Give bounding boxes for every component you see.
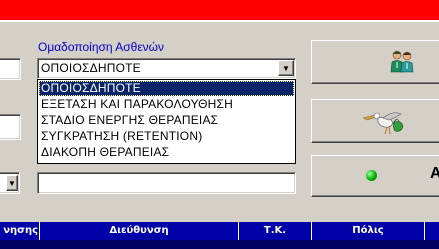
- dropdown-option[interactable]: ΟΠΟΙΟΣΔΗΠΟΤΕ: [39, 81, 294, 96]
- column-separator: [424, 222, 425, 240]
- patient-grouping-label: Ομαδοποίηση Ασθενών: [38, 40, 165, 54]
- patient-grouping-dropdown-list: ΟΠΟΙΟΣΔΗΠΟΤΕ ΕΞΕΤΑΣΗ ΚΑΙ ΠΑΡΑΚΟΛΟΥΘΗΣΗ Σ…: [37, 79, 296, 164]
- dropdown-option[interactable]: ΣΤΑΔΙΟ ΕΝΕΡΓΗΣ ΘΕΡΑΠΕΙΑΣ: [39, 113, 294, 128]
- left-input-middle[interactable]: [0, 114, 21, 140]
- stork-button[interactable]: [311, 99, 439, 143]
- green-status-dot-icon: [366, 170, 377, 181]
- table-row[interactable]: [0, 240, 439, 249]
- patients-button[interactable]: [311, 40, 439, 84]
- people-icon: [390, 50, 414, 73]
- dropdown-option[interactable]: ΕΞΕΤΑΣΗ ΚΑΙ ΠΑΡΑΚΟΛΟΥΘΗΣΗ: [39, 97, 294, 112]
- action-button-label: A: [430, 165, 439, 182]
- chevron-down-icon[interactable]: ▼: [278, 60, 294, 76]
- title-bar: [0, 0, 439, 20]
- left-combo-bottom[interactable]: ▼: [0, 172, 20, 194]
- dropdown-option[interactable]: ΔΙΑΚΟΠΗ ΘΕΡΑΠΕΙΑΣ: [39, 145, 294, 160]
- stork-icon: [362, 112, 404, 135]
- patient-grouping-selected-value: ΟΠΟΙΟΣΔΗΠΟΤΕ: [41, 61, 141, 75]
- column-header-postal-code[interactable]: Τ.Κ.: [239, 222, 311, 240]
- title-bar-separator: [0, 20, 439, 22]
- patient-grouping-select[interactable]: ΟΠΟΙΟΣΔΗΠΟΤΕ ▼: [37, 58, 296, 79]
- column-header-partial[interactable]: νησης: [0, 222, 38, 240]
- chevron-down-icon[interactable]: ▼: [6, 175, 18, 191]
- left-input-top[interactable]: [0, 58, 21, 80]
- text-input[interactable]: [37, 172, 296, 194]
- dropdown-option[interactable]: ΣΥΓΚΡΑΤΗΣΗ (RETENTION): [39, 129, 294, 144]
- column-header-city[interactable]: Πόλις: [312, 222, 424, 240]
- column-header-address[interactable]: Διεύθυνση: [40, 222, 238, 240]
